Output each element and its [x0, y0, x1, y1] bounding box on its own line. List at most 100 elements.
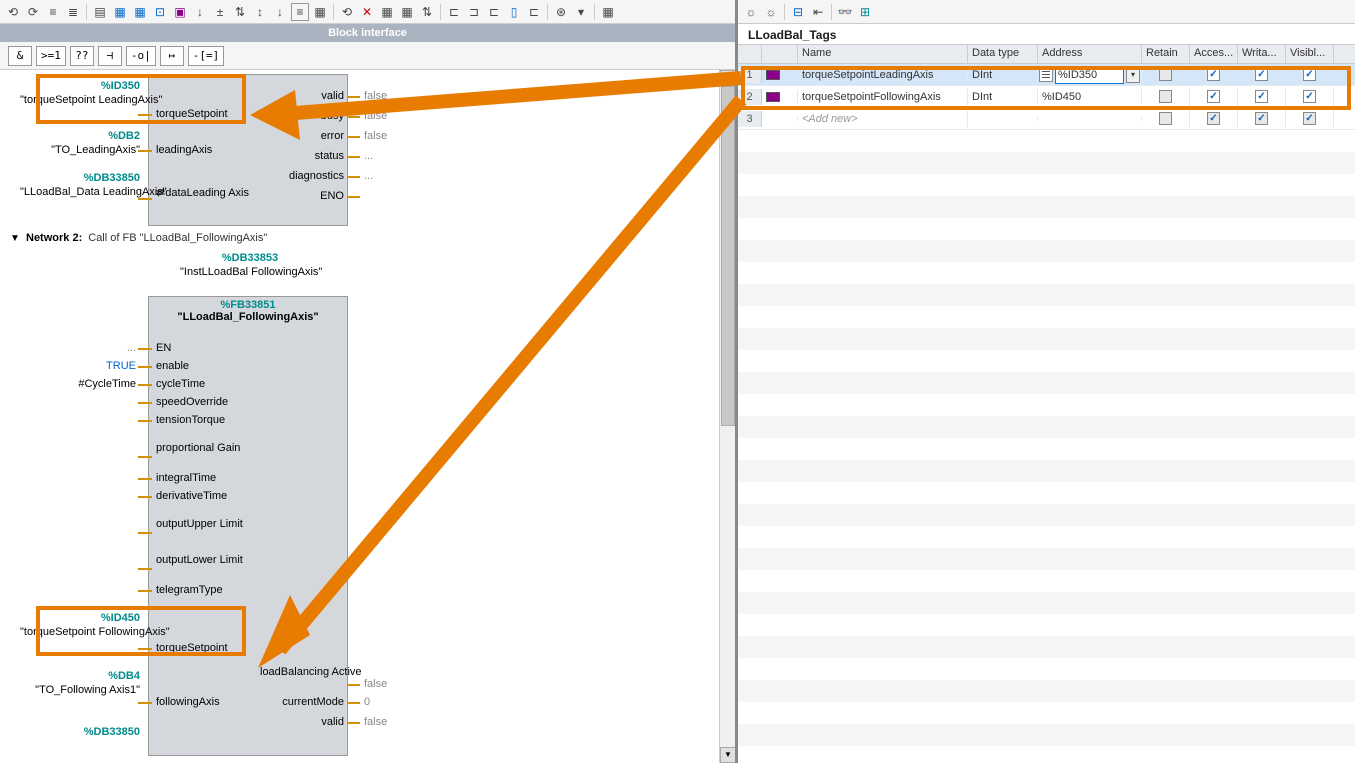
db4-name: "TO_Following Axis1" [20, 684, 140, 696]
lad-coil-btn[interactable]: -o| [126, 46, 156, 66]
followingaxis-pin: followingAxis [156, 696, 220, 708]
lad-empty-btn[interactable]: ?? [70, 46, 94, 66]
toolbar-btn[interactable]: ± [211, 3, 229, 21]
toolbar-btn[interactable]: ⊡ [151, 3, 169, 21]
col-address[interactable]: Address [1038, 45, 1142, 63]
toolbar-btn[interactable]: ▣ [171, 3, 189, 21]
retain-cell[interactable] [1142, 66, 1190, 83]
toolbar-btn[interactable]: ≡ [291, 3, 309, 21]
toolbar-btn[interactable]: ↓ [271, 3, 289, 21]
checkbox[interactable]: ✓ [1303, 68, 1316, 81]
checkbox[interactable]: ✓ [1207, 90, 1220, 103]
lad-or-btn[interactable]: >=1 [36, 46, 66, 66]
toolbar-btn[interactable]: ⇅ [418, 3, 436, 21]
toolbar-btn[interactable]: ⟲ [4, 3, 22, 21]
toolbar-btn[interactable]: ☼ [762, 3, 780, 21]
toolbar-btn[interactable]: ⟲ [338, 3, 356, 21]
toolbar-btn[interactable]: ⊏ [445, 3, 463, 21]
retain-cell[interactable] [1142, 88, 1190, 105]
acces-cell[interactable]: ✓ [1190, 66, 1238, 83]
visibl-cell[interactable]: ✓ [1286, 88, 1334, 105]
writa-cell[interactable]: ✓ [1238, 88, 1286, 105]
toolbar-btn[interactable]: ⊏ [525, 3, 543, 21]
toolbar-btn[interactable]: ⇤ [809, 3, 827, 21]
scroll-up-arrow[interactable]: ▲ [720, 70, 735, 86]
toolbar-btn[interactable]: ✕ [358, 3, 376, 21]
addnew-label[interactable]: <Add new> [798, 111, 968, 127]
toolbar-btn[interactable]: ▦ [131, 3, 149, 21]
acces-cell[interactable]: ✓ [1190, 88, 1238, 105]
toolbar-btn[interactable]: ▦ [111, 3, 129, 21]
col-visibl[interactable]: Visibl... [1286, 45, 1334, 63]
toolbar-btn[interactable]: ⊐ [465, 3, 483, 21]
loadbalactive-pin: loadBalancing Active [260, 666, 344, 678]
toolbar-btn[interactable]: ▦ [311, 3, 329, 21]
db33850-2-label: %DB33850 [40, 726, 140, 738]
toolbar-btn[interactable]: ≣ [64, 3, 82, 21]
toolbar-btn[interactable]: ▦ [378, 3, 396, 21]
col-acces[interactable]: Acces... [1190, 45, 1238, 63]
checkbox[interactable]: ✓ [1303, 90, 1316, 103]
col-retain[interactable]: Retain [1142, 45, 1190, 63]
toolbar-btn[interactable]: ☼ [742, 3, 760, 21]
tag-name[interactable]: torqueSetpointFollowingAxis [798, 89, 968, 105]
toolbar-btn[interactable]: ▦ [398, 3, 416, 21]
leading-axis-pin: leadingAxis [156, 144, 212, 156]
lad-and-btn[interactable]: & [8, 46, 32, 66]
tag-address[interactable]: %ID450 [1038, 89, 1142, 105]
list-icon[interactable] [1039, 68, 1053, 82]
toolbar-btn[interactable]: 👓 [836, 3, 854, 21]
toolbar-btn[interactable]: ▾ [572, 3, 590, 21]
scroll-down-arrow[interactable]: ▼ [720, 747, 735, 763]
empty-rows [738, 130, 1355, 763]
lad-contact-btn[interactable]: ⊣ [98, 46, 122, 66]
speedoverride-pin: speedOverride [156, 396, 228, 408]
tag-name[interactable]: torqueSetpointLeadingAxis [798, 67, 968, 83]
editor-area[interactable]: %ID350 "torqueSetpoint LeadingAxis" torq… [0, 70, 735, 763]
col-datatype[interactable]: Data type [968, 45, 1038, 63]
expand-icon[interactable]: ▼ [10, 233, 20, 244]
col-name[interactable]: Name [798, 45, 968, 63]
checkbox[interactable]: ✓ [1255, 112, 1268, 125]
toolbar-btn[interactable]: ⟳ [24, 3, 42, 21]
toolbar-btn[interactable]: ⊞ [856, 3, 874, 21]
toolbar-btn[interactable]: ↓ [191, 3, 209, 21]
scroll-thumb[interactable] [721, 86, 735, 426]
writa-cell[interactable]: ✓ [1238, 66, 1286, 83]
toolbar-btn[interactable]: ↕ [251, 3, 269, 21]
visibl-cell[interactable]: ✓ [1286, 66, 1334, 83]
checkbox[interactable]: ✓ [1207, 68, 1220, 81]
checkbox[interactable] [1159, 112, 1172, 125]
tag-row-2[interactable]: 2 torqueSetpointFollowingAxis DInt %ID45… [738, 86, 1355, 108]
lad-branch-btn[interactable]: ↦ [160, 46, 184, 66]
toolbar-btn[interactable]: ⊏ [485, 3, 503, 21]
checkbox[interactable] [1159, 90, 1172, 103]
editor-scrollbar[interactable]: ▲ ▼ [719, 70, 735, 763]
toolbar-btn[interactable]: ⊛ [552, 3, 570, 21]
toolbar-btn[interactable]: ≡ [44, 3, 62, 21]
tag-address[interactable]: %ID350 ▾ [1038, 65, 1142, 85]
checkbox[interactable]: ✓ [1255, 68, 1268, 81]
toolbar-btn[interactable]: ▯ [505, 3, 523, 21]
col-writa[interactable]: Writa... [1238, 45, 1286, 63]
checkbox[interactable]: ✓ [1303, 112, 1316, 125]
tags-title: LLoadBal_Tags [738, 24, 1355, 44]
checkbox[interactable]: ✓ [1255, 90, 1268, 103]
toolbar-btn[interactable]: ⇅ [231, 3, 249, 21]
tag-datatype[interactable]: DInt [968, 67, 1038, 83]
checkbox[interactable] [1159, 68, 1172, 81]
toolbar-btn[interactable]: ⊟ [789, 3, 807, 21]
checkbox[interactable]: ✓ [1207, 112, 1220, 125]
tag-datatype[interactable]: DInt [968, 89, 1038, 105]
tag-row-addnew[interactable]: 3 <Add new> ✓ ✓ ✓ [738, 108, 1355, 130]
tags-table-header: Name Data type Address Retain Acces... W… [738, 44, 1355, 64]
toolbar-btn[interactable]: ▤ [91, 3, 109, 21]
lad-box-btn[interactable]: -[=] [188, 46, 225, 66]
propgain-pin: proportional Gain [156, 442, 226, 454]
tag-row-1[interactable]: 1 torqueSetpointLeadingAxis DInt %ID350 … [738, 64, 1355, 86]
block-interface-header[interactable]: Block interface [0, 24, 735, 42]
address-dropdown[interactable]: ▾ [1126, 67, 1140, 83]
valid-pin: valid [316, 90, 344, 102]
toolbar-btn[interactable]: ▦ [599, 3, 617, 21]
network2-header[interactable]: ▼ Network 2: Call of FB "LLoadBal_Follow… [0, 228, 720, 248]
